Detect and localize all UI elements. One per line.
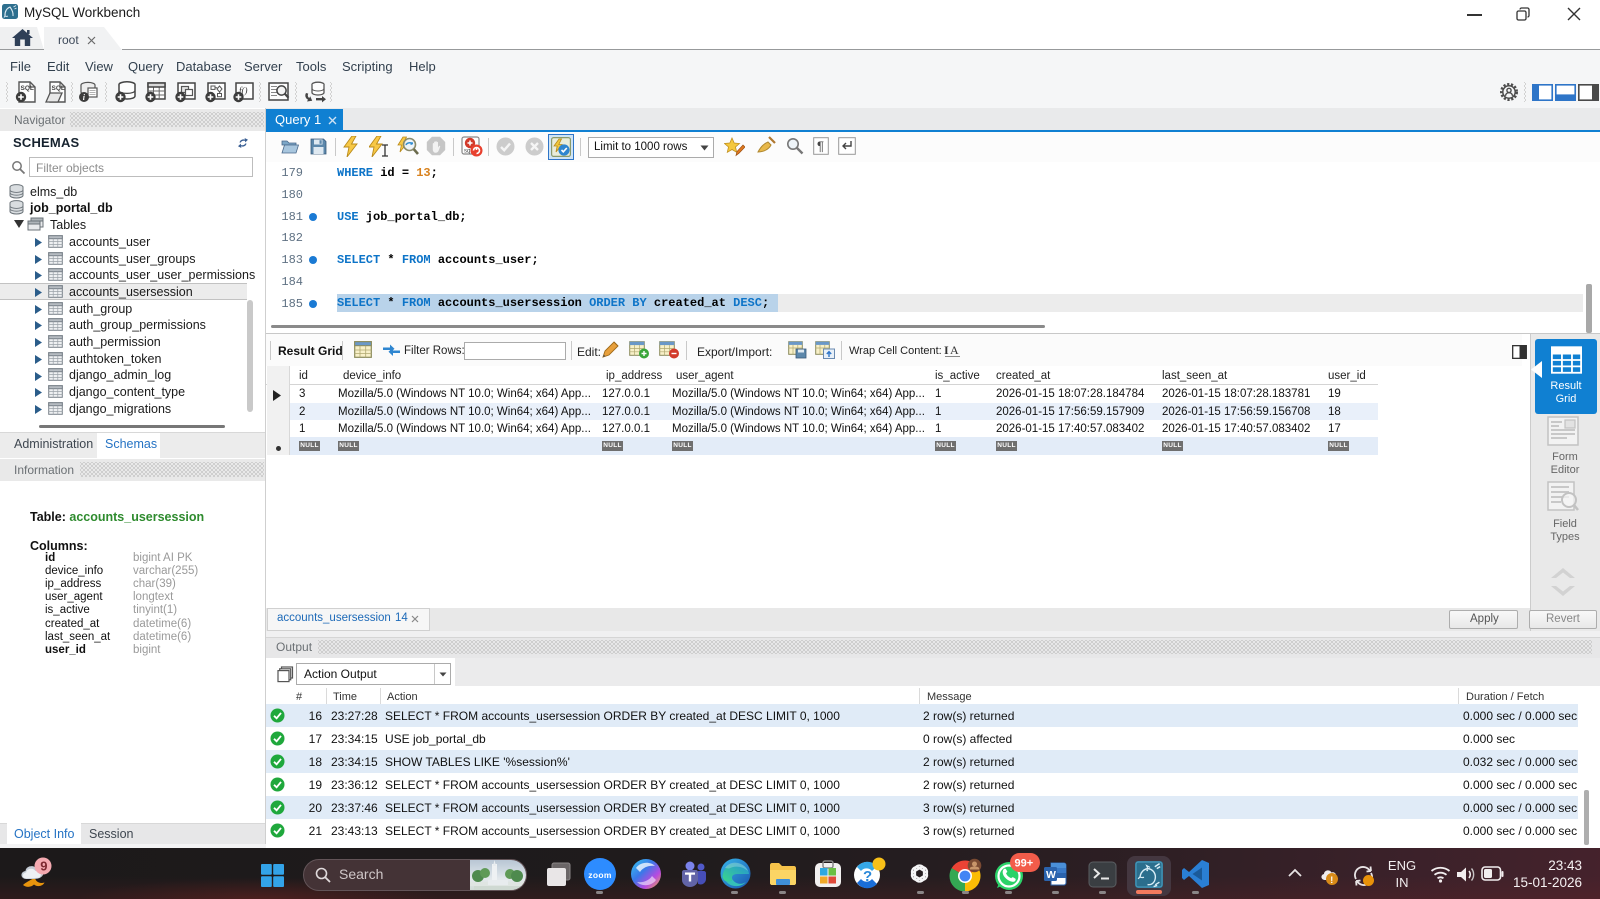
svg-text:I: I bbox=[944, 343, 949, 357]
svg-text:SQL: SQL bbox=[21, 85, 34, 92]
svg-text:99+: 99+ bbox=[1015, 858, 1034, 870]
svg-text:9: 9 bbox=[40, 859, 47, 874]
svg-text:SQL: SQL bbox=[52, 85, 65, 92]
svg-text:A: A bbox=[950, 343, 959, 357]
svg-text:!: ! bbox=[1330, 875, 1333, 885]
svg-text:W: W bbox=[1046, 869, 1056, 881]
svg-text:?: ? bbox=[863, 868, 872, 885]
svg-text:sql: sql bbox=[464, 149, 472, 155]
svg-text:¶: ¶ bbox=[817, 139, 824, 154]
